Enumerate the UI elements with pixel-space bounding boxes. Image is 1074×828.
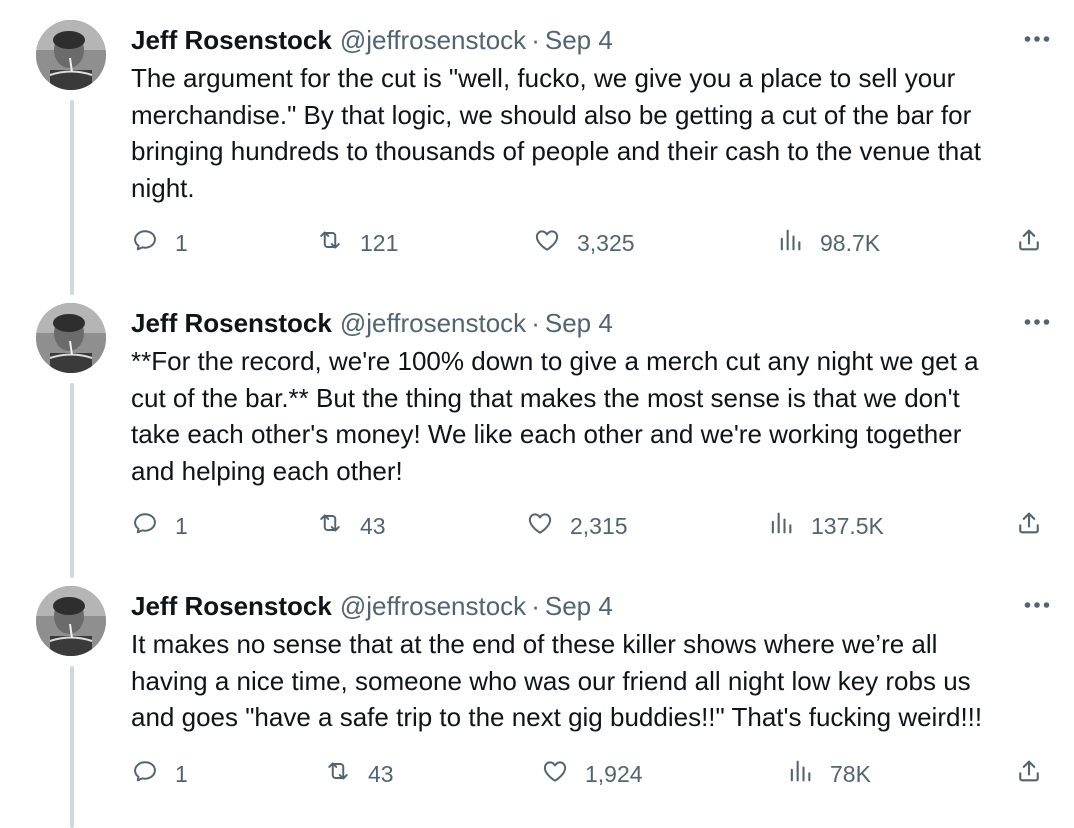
separator: · <box>531 307 540 338</box>
views-count: 78K <box>830 760 871 787</box>
tweet-actions: 1 43 1,924 78K <box>131 756 1051 792</box>
views-count: 137.5K <box>811 512 884 539</box>
tweet-text: **For the record, we're 100% down to giv… <box>131 346 979 486</box>
author-handle[interactable]: @jeffrosenstock <box>340 308 526 339</box>
reply-button[interactable]: 1 <box>131 756 188 792</box>
author-handle[interactable]: @jeffrosenstock <box>340 25 526 56</box>
retweet-icon <box>316 509 344 543</box>
thread-connector-line <box>70 100 74 295</box>
reply-button[interactable]: 1 <box>131 508 188 544</box>
tweet-header: Jeff Rosenstock @jeffrosenstock · Sep 4 <box>131 586 613 626</box>
avatar[interactable] <box>36 20 106 90</box>
like-button[interactable]: 2,315 <box>526 508 628 544</box>
separator: · <box>531 590 540 621</box>
share-icon <box>1015 509 1043 543</box>
views-count: 98.7K <box>820 229 881 256</box>
author-handle[interactable]: @jeffrosenstock <box>340 591 526 622</box>
like-count: 2,315 <box>570 512 628 539</box>
tweet-header: Jeff Rosenstock @jeffrosenstock · Sep 4 <box>131 20 613 60</box>
tweet-header: Jeff Rosenstock @jeffrosenstock · Sep 4 <box>131 303 613 343</box>
views-button[interactable]: 137.5K <box>767 508 884 544</box>
author-name[interactable]: Jeff Rosenstock <box>131 308 332 339</box>
tweet-date[interactable]: Sep 4 <box>545 308 613 339</box>
retweet-count: 43 <box>368 760 394 787</box>
thread-connector-line <box>70 666 74 828</box>
separator: · <box>531 24 540 55</box>
views-chart-icon <box>767 509 795 543</box>
retweet-count: 121 <box>360 229 399 256</box>
like-count: 3,325 <box>577 229 635 256</box>
reply-count: 1 <box>175 229 188 256</box>
reply-button[interactable]: 1 <box>131 225 188 261</box>
thread-connector-line <box>70 383 74 578</box>
views-button[interactable]: 98.7K <box>776 225 880 261</box>
retweet-icon <box>324 757 352 791</box>
more-options-icon[interactable] <box>1020 305 1054 339</box>
tweet-actions: 1 43 2,315 137.5K <box>131 508 1051 544</box>
more-options-icon[interactable] <box>1020 588 1054 622</box>
avatar[interactable] <box>36 303 106 373</box>
reply-icon <box>131 757 159 791</box>
heart-icon <box>541 757 569 791</box>
more-options-icon[interactable] <box>1020 22 1054 56</box>
retweet-button[interactable]: 43 <box>316 508 386 544</box>
heart-icon <box>533 226 561 260</box>
retweet-button[interactable]: 43 <box>324 756 394 792</box>
author-name[interactable]: Jeff Rosenstock <box>131 25 332 56</box>
tweet-text: The argument for the cut is "well, fucko… <box>131 63 981 203</box>
author-name[interactable]: Jeff Rosenstock <box>131 591 332 622</box>
tweet-date[interactable]: Sep 4 <box>545 25 613 56</box>
reply-count: 1 <box>175 760 188 787</box>
share-button[interactable] <box>1015 756 1043 792</box>
reply-count: 1 <box>175 512 188 539</box>
retweet-button[interactable]: 121 <box>316 225 398 261</box>
retweet-icon <box>316 226 344 260</box>
tweet-actions: 1 121 3,325 98.7K <box>131 225 1051 261</box>
share-icon <box>1015 757 1043 791</box>
views-button[interactable]: 78K <box>786 756 871 792</box>
reply-icon <box>131 226 159 260</box>
retweet-count: 43 <box>360 512 386 539</box>
views-chart-icon <box>786 757 814 791</box>
reply-icon <box>131 509 159 543</box>
share-icon <box>1015 226 1043 260</box>
like-button[interactable]: 3,325 <box>533 225 635 261</box>
like-button[interactable]: 1,924 <box>541 756 643 792</box>
like-count: 1,924 <box>585 760 643 787</box>
avatar[interactable] <box>36 586 106 656</box>
share-button[interactable] <box>1015 225 1043 261</box>
tweet-text: It makes no sense that at the end of the… <box>131 629 983 732</box>
heart-icon <box>526 509 554 543</box>
share-button[interactable] <box>1015 508 1043 544</box>
views-chart-icon <box>776 226 804 260</box>
tweet-date[interactable]: Sep 4 <box>545 591 613 622</box>
